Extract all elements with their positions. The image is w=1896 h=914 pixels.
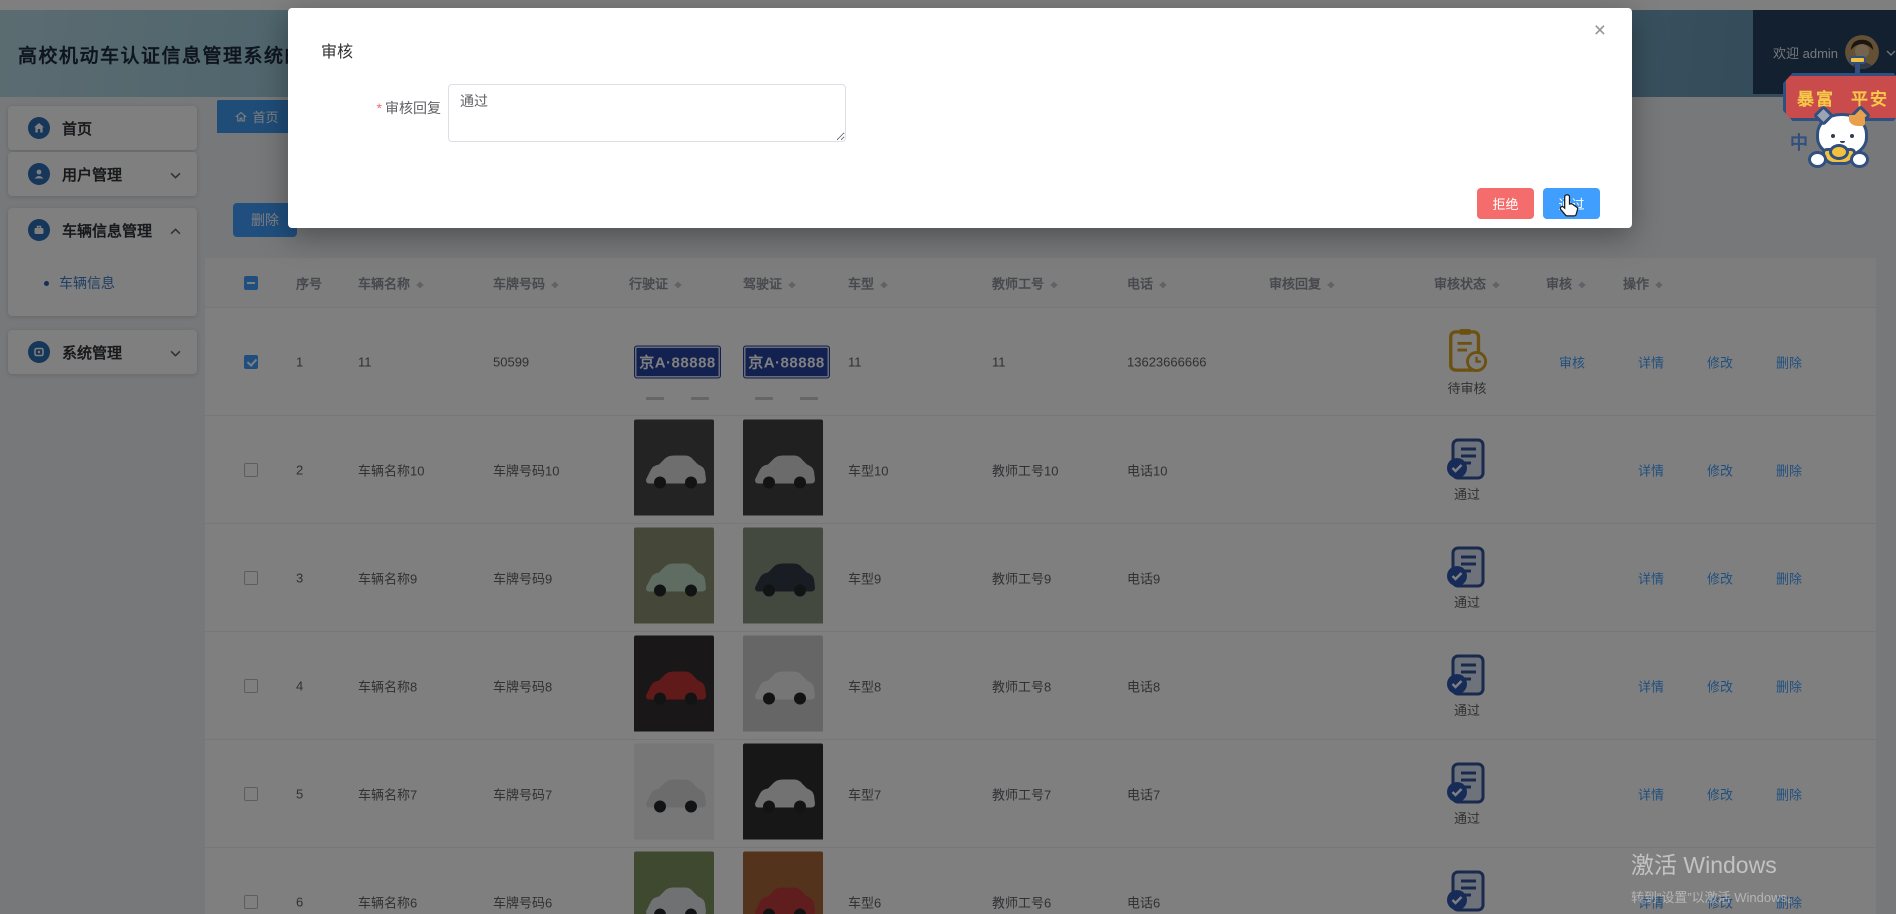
audit-dialog: 审核 × *审核回复 通过 拒绝 通过 — [288, 8, 1632, 228]
close-icon[interactable]: × — [1594, 20, 1606, 41]
page: 高校机动车认证信息管理系统的设计与 欢迎 admin 首页 — [0, 0, 1896, 914]
dialog-title: 审核 — [321, 38, 353, 62]
reply-field-label: *审核回复 — [288, 98, 441, 118]
approve-button[interactable]: 通过 — [1543, 188, 1600, 219]
reply-textarea[interactable]: 通过 — [448, 84, 846, 142]
reject-button[interactable]: 拒绝 — [1477, 188, 1534, 219]
required-asterisk: * — [377, 100, 382, 116]
